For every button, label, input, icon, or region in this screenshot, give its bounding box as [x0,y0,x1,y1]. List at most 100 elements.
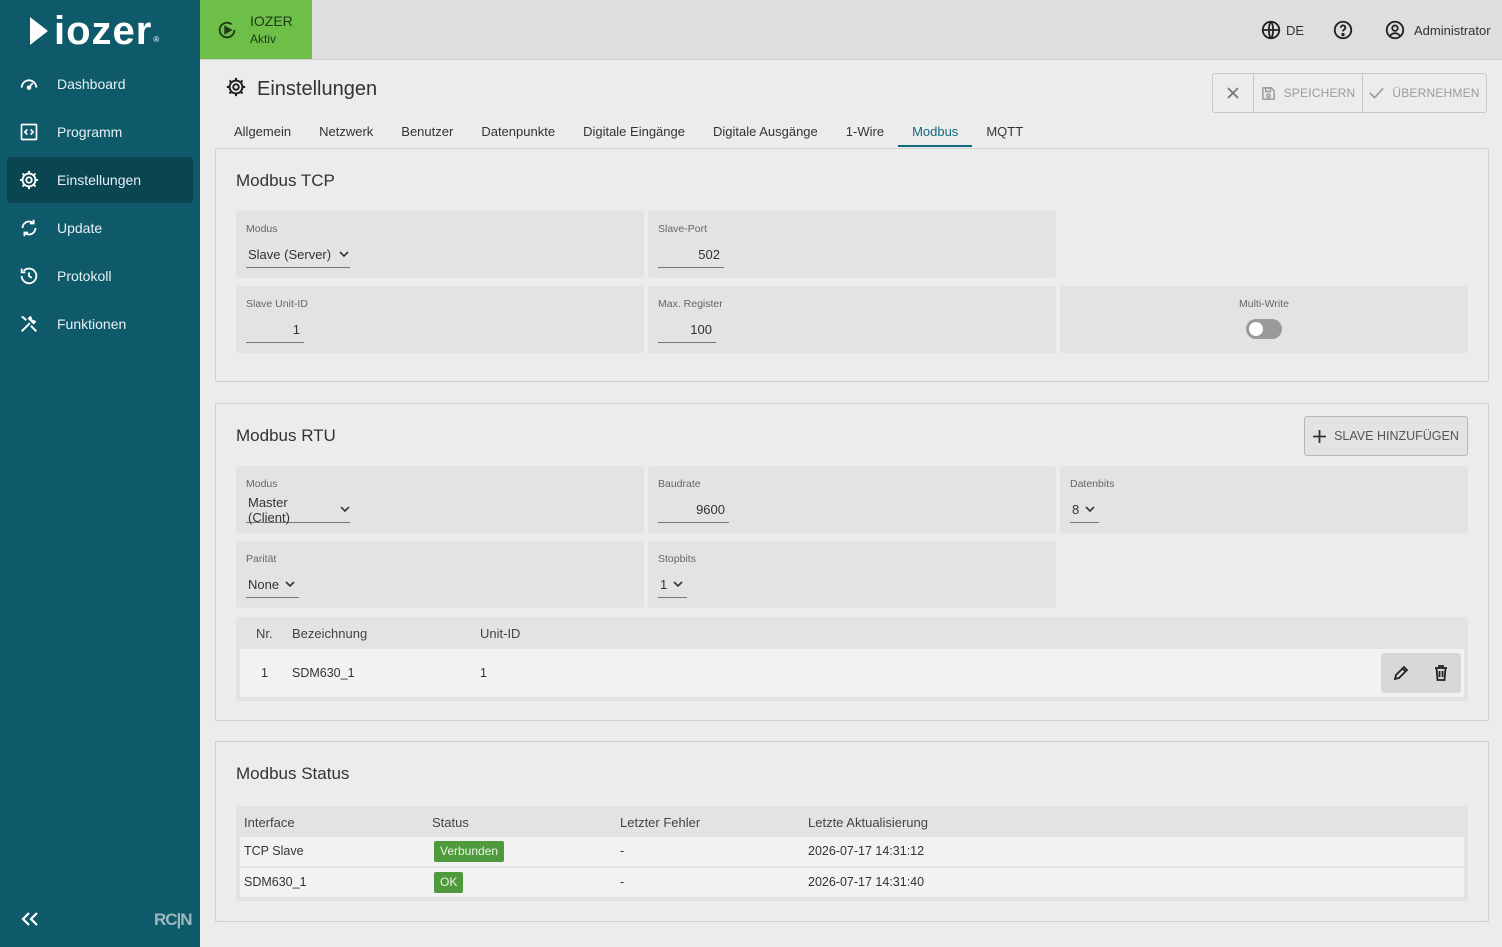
edit-button[interactable] [1381,653,1421,693]
sidebar-item-funktionen[interactable]: Funktionen [7,301,193,347]
column-header-interface: Interface [244,815,295,830]
page-title: Einstellungen [257,77,378,100]
cell-interface: SDM630_1 [244,875,307,889]
speedometer-icon [18,73,40,95]
tcp-modus-select[interactable]: Slave (Server) [246,242,350,268]
gear-icon [225,76,247,103]
rtu-modus-select[interactable]: Master (Client) [246,495,350,525]
tab-datenpunkte[interactable]: Datenpunkte [467,118,569,147]
field-label: Stopbits [658,553,696,565]
rtu-databits-select[interactable]: 8 [1070,497,1099,523]
modbus-status-card: Modbus Status Interface Status Letzter F… [215,741,1489,922]
save-icon [1261,86,1275,100]
column-header-unit-id: Unit-ID [480,626,521,641]
sidebar-item-protokoll[interactable]: Protokoll [7,253,193,299]
tab-netzwerk[interactable]: Netzwerk [305,118,387,147]
status-badge: OK [434,872,464,893]
trash-icon [1435,665,1447,681]
tcp-unit-id-input[interactable]: 1 [246,317,304,343]
user-menu-button[interactable]: Administrator [1384,17,1491,43]
logo-text: IOZER [54,9,153,53]
select-value: 8 [1072,502,1080,517]
cell-updated: 2026-07-17 14:31:12 [808,844,925,858]
rtu-stopbits-field: Stopbits 1 [648,541,1056,608]
tcp-port-input[interactable]: 502 [658,242,724,268]
close-icon [1227,87,1239,99]
card-title: Modbus RTU [236,426,336,445]
cell-bezeichnung: SDM630_1 [292,666,355,680]
chevrons-left-icon[interactable] [18,905,42,933]
gear-icon [18,169,40,191]
multi-write-toggle[interactable] [1246,319,1282,339]
cell-updated: 2026-07-17 14:31:40 [808,875,925,889]
tab-digitale-ausgaenge[interactable]: Digitale Ausgänge [699,118,832,147]
rtu-baudrate-input[interactable]: 9600 [658,497,729,523]
user-icon [1385,20,1405,40]
tab-mqtt[interactable]: MQTT [972,118,1037,147]
sidebar: IOZER ® Dashboard Programm Einstellungen… [0,0,200,947]
logo-registered: ® [153,35,160,44]
field-label: Max. Register [658,298,723,310]
logo-mark [30,17,48,45]
modbus-rtu-card: Modbus RTU SLAVE HINZUFÜGEN Modus Master… [215,403,1489,721]
language-label: DE [1286,22,1305,38]
sidebar-item-label: Funktionen [57,316,127,332]
column-header-error: Letzter Fehler [620,815,701,830]
sidebar-item-label: Protokoll [57,268,112,284]
play-circle-icon [216,19,238,41]
chevron-down-icon [1085,506,1095,513]
modbus-tcp-card: Modbus TCP Modus Slave (Server) Slave-Po… [215,148,1489,382]
status-badge: Verbunden [434,841,505,862]
apply-button[interactable]: ÜBERNEHMEN [1363,74,1486,112]
pencil-icon [1393,665,1409,681]
help-button[interactable] [1332,17,1358,43]
toggle-knob [1249,322,1263,336]
column-header-bezeichnung: Bezeichnung [292,626,368,641]
tab-1-wire[interactable]: 1-Wire [832,118,898,147]
table-row: SDM630_1 OK - 2026-07-17 14:31:40 [240,868,1464,897]
sidebar-item-dashboard[interactable]: Dashboard [7,61,193,107]
sidebar-item-update[interactable]: Update [7,205,193,251]
chevron-down-icon [285,581,295,588]
apply-label: ÜBERNEHMEN [1392,86,1480,100]
rtu-parity-field: Parität None [236,541,644,608]
rtu-databits-field: Datenbits 8 [1060,466,1468,533]
logo: IOZER ® [30,9,160,53]
tab-benutzer[interactable]: Benutzer [387,118,467,147]
tcp-max-register-field: Max. Register 100 [648,286,1056,353]
tools-icon [18,313,40,335]
cell-error: - [620,875,625,889]
cell-unit-id: 1 [480,666,487,680]
chevron-down-icon [339,251,349,258]
table-row[interactable]: 1 SDM630_1 1 [240,649,1464,697]
tcp-unit-id-field: Slave Unit-ID 1 [236,286,644,353]
device-status-tile[interactable]: IOZER Aktiv [200,0,312,59]
close-button[interactable] [1213,74,1254,112]
tcp-port-field: Slave-Port 502 [648,211,1056,278]
check-icon [1369,87,1385,99]
sidebar-item-label: Programm [57,124,123,140]
history-icon [18,265,40,287]
tab-allgemein[interactable]: Allgemein [220,118,305,147]
help-icon [1333,20,1353,40]
sidebar-item-label: Einstellungen [57,172,142,188]
row-actions [1381,653,1461,693]
table-row: TCP Slave Verbunden - 2026-07-17 14:31:1… [240,837,1464,866]
save-label: SPEICHERN [1283,86,1356,100]
tcp-modus-field: Modus Slave (Server) [236,211,644,278]
field-label: Modus [246,478,278,490]
cell-nr: 1 [261,666,268,680]
language-button[interactable]: DE [1260,17,1304,43]
select-value: 1 [660,577,668,592]
rtu-parity-select[interactable]: None [246,572,299,598]
tab-modbus[interactable]: Modbus [898,118,973,147]
tcp-multi-write-field: Multi-Write [1060,286,1468,353]
add-slave-button[interactable]: SLAVE HINZUFÜGEN [1304,416,1468,456]
sidebar-item-einstellungen[interactable]: Einstellungen [7,157,193,203]
sidebar-item-programm[interactable]: Programm [7,109,193,155]
rtu-stopbits-select[interactable]: 1 [658,572,687,598]
tab-digitale-eingaenge[interactable]: Digitale Eingänge [569,118,699,147]
save-button[interactable]: SPEICHERN [1254,74,1363,112]
delete-button[interactable] [1421,653,1461,693]
tcp-max-register-input[interactable]: 100 [658,317,716,343]
